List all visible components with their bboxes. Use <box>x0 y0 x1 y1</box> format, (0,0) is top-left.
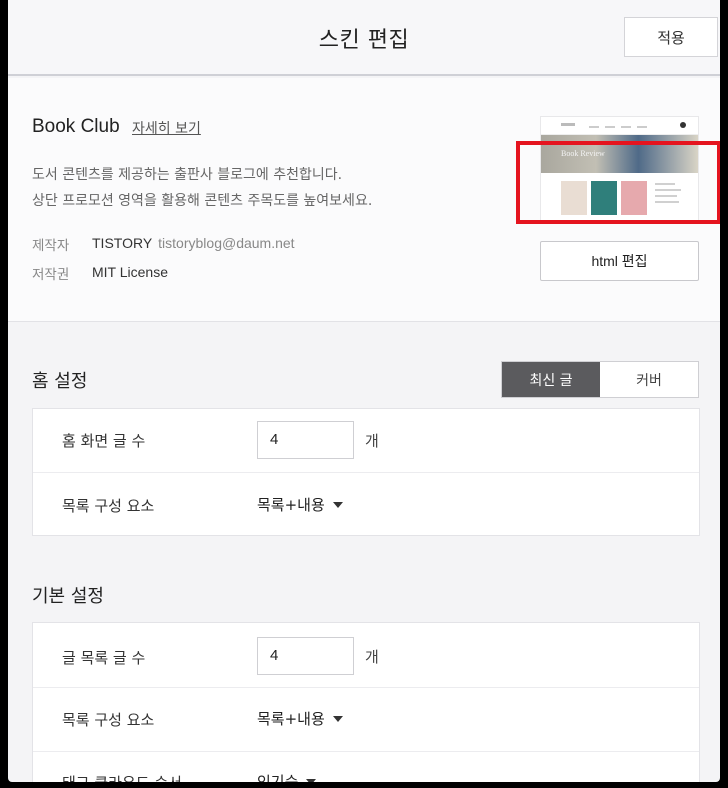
home-settings-title: 홈 설정 <box>32 371 88 392</box>
thumbnail-hero: Book Review <box>541 135 698 173</box>
thumbnail-caption: Book Review <box>561 149 605 158</box>
basic-list-element-dropdown[interactable]: 목록+내용 <box>257 708 343 729</box>
skin-description: 도서 콘텐츠를 제공하는 출판사 블로그에 추천합니다. 상단 프로모션 영역을… <box>32 162 372 214</box>
basic-post-count-input[interactable]: 4 <box>257 637 354 675</box>
author-email: tistoryblog@daum.net <box>158 235 295 251</box>
home-post-count-input[interactable]: 4 <box>257 421 354 459</box>
detail-link[interactable]: 자세히 보기 <box>132 118 201 138</box>
home-list-element-value: 목록+내용 <box>257 496 325 514</box>
page-title: 스킨 편집 <box>318 28 410 53</box>
basic-list-element-row: 목록 구성 요소 목록+내용 <box>33 687 699 751</box>
tag-cloud-row: 태그 클라우드 순서 인기순 <box>33 751 699 782</box>
toggle-cover[interactable]: 커버 <box>600 362 698 397</box>
skin-thumbnail: Book Review <box>540 116 699 224</box>
skin-info: Book Club 자세히 보기 도서 콘텐츠를 제공하는 출판사 블로그에 추… <box>8 78 720 322</box>
basic-post-count-unit: 개 <box>365 648 379 666</box>
home-list-element-dropdown[interactable]: 목록+내용 <box>257 494 343 515</box>
basic-list-element-label: 목록 구성 요소 <box>62 711 155 729</box>
toggle-latest-posts[interactable]: 최신 글 <box>502 362 600 397</box>
skin-name: Book Club <box>32 116 120 137</box>
chevron-down-icon <box>332 715 343 722</box>
license-label: 저작권 <box>32 267 70 283</box>
home-post-count-unit: 개 <box>365 432 379 450</box>
header: 스킨 편집 적용 <box>8 0 720 76</box>
html-edit-button[interactable]: html 편집 <box>540 241 699 281</box>
author-value: TISTORY tistoryblog@daum.net <box>92 235 295 251</box>
thumbnail-topbar <box>541 117 698 135</box>
home-settings-card: 홈 화면 글 수 4 개 목록 구성 요소 목록+내용 <box>32 408 700 536</box>
author-name: TISTORY <box>92 235 153 251</box>
home-list-element-row: 목록 구성 요소 목록+내용 <box>33 472 699 536</box>
home-post-count-row: 홈 화면 글 수 4 개 <box>33 409 699 472</box>
license-value: MIT License <box>92 264 168 280</box>
apply-button[interactable]: 적용 <box>624 17 718 57</box>
home-list-element-label: 목록 구성 요소 <box>62 497 155 515</box>
description-line-2: 상단 프로모션 영역을 활용해 콘텐츠 주목도를 높여보세요. <box>32 193 373 209</box>
author-label: 제작자 <box>32 238 70 254</box>
basic-post-count-label: 글 목록 글 수 <box>62 649 146 667</box>
description-line-1: 도서 콘텐츠를 제공하는 출판사 블로그에 추천합니다. <box>32 167 343 183</box>
skin-edit-panel: 스킨 편집 적용 Book Club 자세히 보기 도서 콘텐츠를 제공하는 출… <box>8 0 720 782</box>
home-layout-toggle: 최신 글 커버 <box>501 361 699 398</box>
tag-cloud-dropdown[interactable]: 인기순 <box>257 771 317 782</box>
chevron-down-icon <box>332 501 343 508</box>
tag-cloud-label: 태그 클라우드 순서 <box>62 772 182 782</box>
chevron-down-icon <box>306 778 317 782</box>
basic-post-count-row: 글 목록 글 수 4 개 <box>33 623 699 687</box>
basic-settings-title: 기본 설정 <box>32 586 104 607</box>
basic-settings-card: 글 목록 글 수 4 개 목록 구성 요소 목록+내용 태그 클라우드 순서 인… <box>32 622 700 782</box>
basic-list-element-value: 목록+내용 <box>257 710 325 728</box>
home-post-count-label: 홈 화면 글 수 <box>62 432 146 450</box>
tag-cloud-value: 인기순 <box>257 773 299 782</box>
